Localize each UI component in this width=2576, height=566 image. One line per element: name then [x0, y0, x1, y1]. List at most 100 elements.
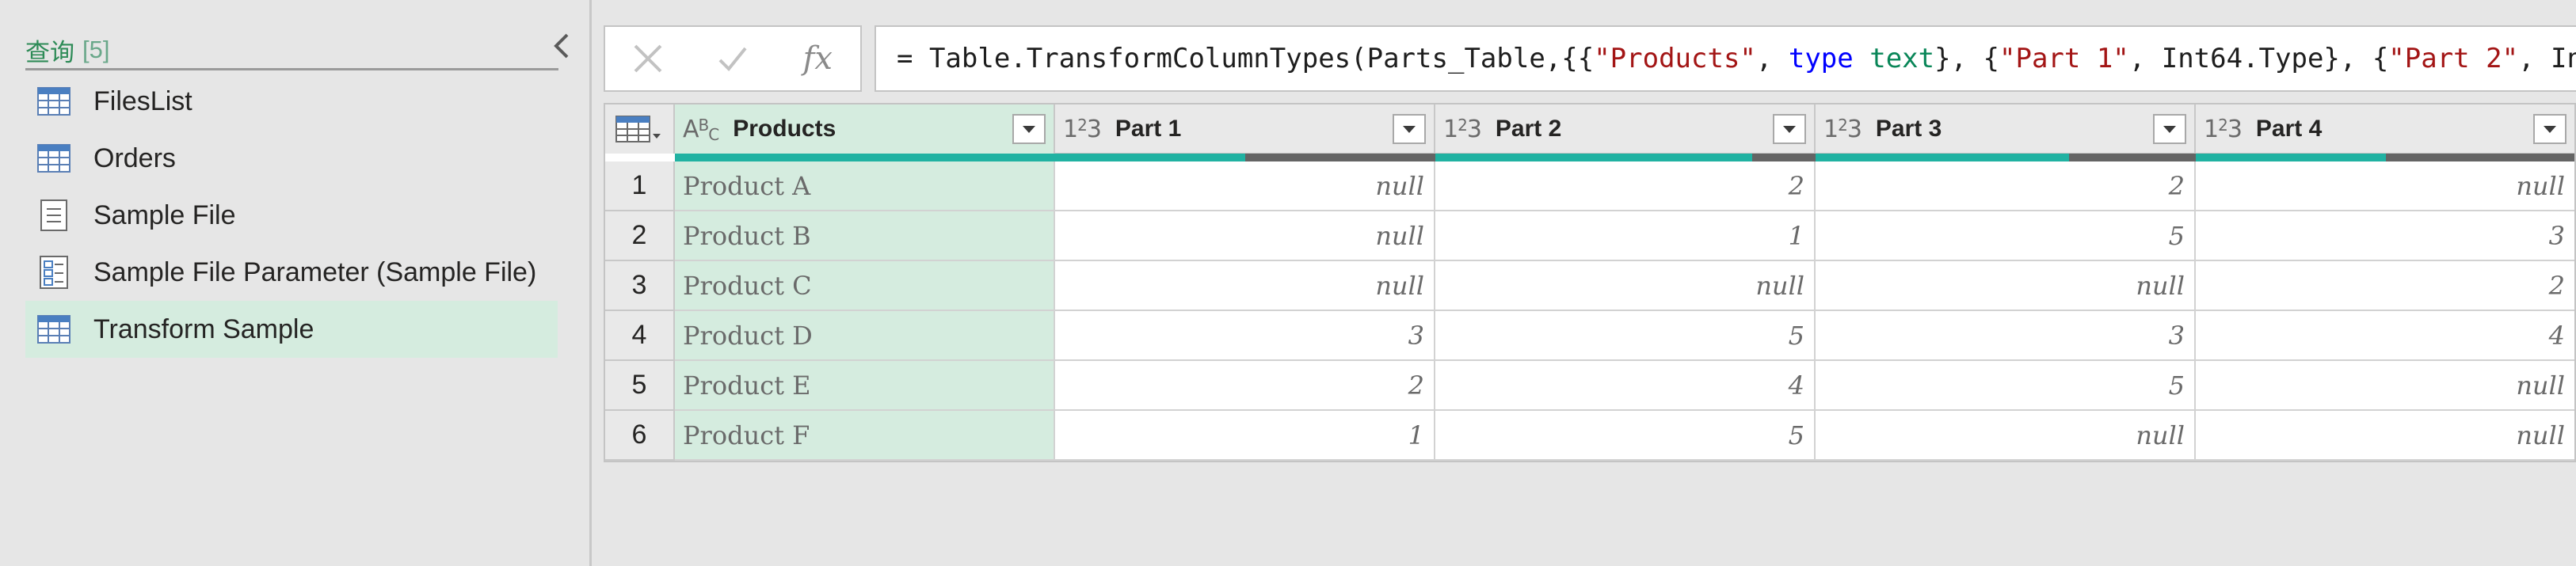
column-filter-button[interactable]: [2153, 114, 2186, 144]
row-number[interactable]: 2: [605, 211, 675, 261]
table-cell[interactable]: 1: [1055, 411, 1435, 461]
formula-token: }, {: [1934, 43, 2000, 74]
table-cell[interactable]: 4: [1435, 361, 1816, 411]
chevron-down-icon: [2163, 126, 2176, 133]
formula-token: , Int64.Type}, {: [2128, 43, 2389, 74]
column-filter-button[interactable]: [2533, 114, 2566, 144]
table-cell[interactable]: 5: [1435, 411, 1816, 461]
table-cell[interactable]: null: [1055, 161, 1435, 211]
table-cell[interactable]: 5: [1435, 311, 1816, 361]
table-cell[interactable]: null: [2196, 411, 2574, 461]
column-filter-button[interactable]: [1012, 114, 1046, 144]
table-cell[interactable]: null: [2196, 361, 2574, 411]
table-cell[interactable]: 2: [2196, 261, 2574, 311]
integer-type-icon[interactable]: 123: [1443, 116, 1482, 143]
chevron-down-icon: [1403, 126, 1416, 133]
formula-token: [1854, 43, 1869, 74]
column-header-label: Part 3: [1875, 116, 1942, 142]
collapse-pane-button[interactable]: [548, 28, 575, 63]
row-number[interactable]: 5: [605, 361, 675, 411]
integer-type-icon[interactable]: 123: [1823, 116, 1862, 143]
table-cell[interactable]: 5: [1816, 211, 2196, 261]
formula-token: "Part 1": [1999, 43, 2129, 74]
table-row: 3 Product Cnull null null 2: [605, 261, 2574, 311]
table-cell[interactable]: Product C: [675, 261, 1055, 311]
column-filter-button[interactable]: [1393, 114, 1426, 144]
table-cell[interactable]: 2: [1055, 361, 1435, 411]
table-cell[interactable]: null: [1055, 261, 1435, 311]
pane-splitter[interactable]: [589, 0, 592, 566]
table-cell[interactable]: Product D: [675, 311, 1055, 361]
column-quality-bar[interactable]: [675, 154, 1055, 161]
quality-valid-segment: [1055, 154, 1245, 161]
table-cell[interactable]: 3: [1816, 311, 2196, 361]
table-cell[interactable]: 5: [1816, 361, 2196, 411]
query-item-label: Sample File: [93, 199, 236, 230]
query-item[interactable]: Orders: [25, 130, 558, 187]
chevron-down-icon: [2544, 126, 2556, 133]
checkmark-icon: [718, 47, 747, 71]
table-menu-button[interactable]: [605, 104, 675, 154]
table-cell[interactable]: 4: [2196, 311, 2574, 361]
column-quality-bar[interactable]: [1816, 154, 2196, 161]
close-icon: [634, 44, 662, 73]
column-quality-bar[interactable]: [2196, 154, 2574, 161]
column-header[interactable]: A B C Products: [675, 104, 1055, 154]
grid-header: A B C Products 1 2 3 Part 1 1 2 3 Part 2 1 2 3 Part 312…: [605, 104, 2574, 154]
column-header[interactable]: 1 2 3 Part 3: [1816, 104, 2196, 154]
table-row: 1 Product Anull 2 2 null: [605, 161, 2574, 211]
table-row: 6 Product F 1 5 null null: [605, 411, 2574, 461]
table-cell[interactable]: null: [1435, 261, 1816, 311]
table-icon: [36, 85, 71, 117]
column-header-label: Part 2: [1495, 116, 1562, 142]
fx-icon: fx: [802, 40, 833, 77]
query-item-label: Orders: [93, 142, 176, 173]
table-icon: [36, 313, 71, 345]
formula-controls: fx: [604, 25, 862, 92]
query-item[interactable]: Transform Sample: [25, 301, 558, 358]
column-header[interactable]: 1 2 3 Part 1: [1055, 104, 1435, 154]
table-cell[interactable]: null: [1055, 211, 1435, 261]
quality-valid-segment: [1435, 154, 1752, 161]
table-cell[interactable]: null: [1816, 261, 2196, 311]
row-number[interactable]: 3: [605, 261, 675, 311]
query-item[interactable]: FilesList: [25, 73, 558, 130]
formula-token: = Table.TransformColumnTypes(Parts_Table…: [897, 43, 1595, 74]
quality-valid-segment: [2196, 154, 2386, 161]
text-type-icon[interactable]: ABC: [683, 116, 719, 144]
queries-count: [5]: [82, 36, 110, 63]
table-cell[interactable]: null: [2196, 161, 2574, 211]
formula-input[interactable]: = Table.TransformColumnTypes(Parts_Table…: [875, 25, 2576, 92]
queries-divider: [25, 68, 558, 70]
table-cell[interactable]: 1: [1435, 211, 1816, 261]
table-cell[interactable]: Product F: [675, 411, 1055, 461]
table-cell[interactable]: Product B: [675, 211, 1055, 261]
column-quality-bar[interactable]: [1055, 154, 1435, 161]
query-item-label: Transform Sample: [93, 313, 314, 344]
column-filter-button[interactable]: [1773, 114, 1806, 144]
table-cell[interactable]: 3: [1055, 311, 1435, 361]
insert-function-button[interactable]: fx: [775, 27, 860, 90]
table-cell[interactable]: 3: [2196, 211, 2574, 261]
integer-type-icon[interactable]: 123: [2204, 116, 2243, 143]
table-row: 2 Product Bnull 1 5 3: [605, 211, 2574, 261]
query-item[interactable]: Sample File Parameter (Sample File): [25, 244, 558, 301]
column-quality-bar[interactable]: [1435, 154, 1816, 161]
table-cell[interactable]: null: [1816, 411, 2196, 461]
integer-type-icon[interactable]: 123: [1063, 116, 1102, 143]
table-cell[interactable]: Product E: [675, 361, 1055, 411]
commit-button[interactable]: [690, 27, 775, 90]
query-item-label: Sample File Parameter (Sample File): [93, 256, 537, 287]
table-cell[interactable]: Product A: [675, 161, 1055, 211]
column-header[interactable]: 1 2 3 Part 2: [1435, 104, 1816, 154]
table-cell[interactable]: 2: [1816, 161, 2196, 211]
query-item[interactable]: Sample File: [25, 187, 558, 244]
parameter-icon: [36, 256, 71, 289]
chevron-down-icon: [1783, 126, 1796, 133]
column-header[interactable]: 1 2 3 Part 4: [2196, 104, 2574, 154]
table-cell[interactable]: 2: [1435, 161, 1816, 211]
cancel-button[interactable]: [605, 27, 690, 90]
row-number[interactable]: 6: [605, 411, 675, 461]
row-number[interactable]: 1: [605, 161, 675, 211]
row-number[interactable]: 4: [605, 311, 675, 361]
